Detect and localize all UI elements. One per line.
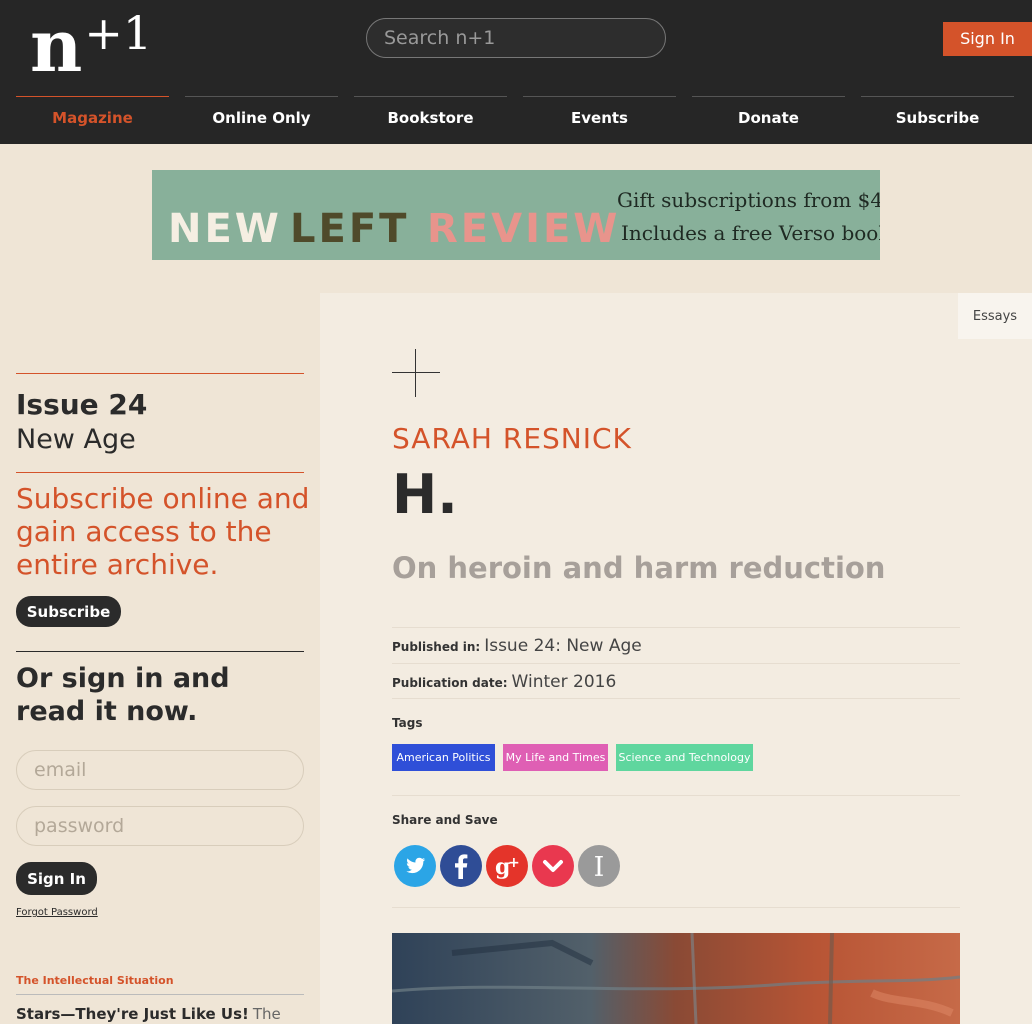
divider [392,698,960,699]
instapaper-icon[interactable]: I [578,845,620,887]
forgot-password-link[interactable]: Forgot Password [16,907,98,918]
article-title: H. [392,463,458,526]
publication-date-value: Winter 2016 [511,672,617,692]
svg-text:+: + [508,855,520,871]
facebook-icon[interactable] [440,845,482,887]
sidebar-sign-in-button[interactable]: Sign In [16,862,97,895]
published-in-value[interactable]: Issue 24: New Age [484,636,642,656]
tags-label: Tags [392,716,423,730]
category-tab[interactable]: Essays [958,293,1032,339]
plus-mark-icon [415,349,416,397]
site-header: n+1 Sign In Magazine Online Only Booksto… [0,0,1032,144]
nav-item-subscribe[interactable]: Subscribe [861,96,1014,141]
signin-pitch: Or sign in and read it now. [16,663,230,727]
sidebar-divider [16,651,304,652]
section-label[interactable]: The Intellectual Situation [16,974,174,987]
issue-name[interactable]: New Age [16,424,136,455]
ad-line-1: Gift subscriptions from $47 [617,188,880,212]
teaser-text: The [252,1005,281,1023]
share-label: Share and Save [392,813,498,827]
publication-date-label: Publication date: [392,676,508,690]
tag-american-politics[interactable]: American Politics [392,744,495,771]
nav-item-online-only[interactable]: Online Only [185,96,338,141]
sign-in-button[interactable]: Sign In [943,22,1032,56]
divider [392,907,960,908]
tag-science-and-technology[interactable]: Science and Technology [616,744,753,771]
twitter-icon[interactable] [394,845,436,887]
nav-item-bookstore[interactable]: Bookstore [354,96,507,141]
pocket-icon[interactable] [532,845,574,887]
divider [392,627,960,628]
teaser-link[interactable]: Stars—They're Just Like Us! The [16,1005,316,1023]
divider [392,663,960,664]
ad-word-new: NEW [168,206,282,252]
issue-number[interactable]: Issue 24 [16,388,147,421]
search-input[interactable] [366,18,666,58]
subscribe-pitch: Subscribe online and gain access to the … [16,482,310,581]
ad-line-2: Includes a free Verso book [621,221,880,245]
article-lead-image [392,933,960,1024]
published-in-label: Published in: [392,640,481,654]
svg-text:I: I [594,852,605,883]
teaser-title: Stars—They're Just Like Us! [16,1005,249,1023]
site-logo[interactable]: n+1 [30,10,152,82]
sidebar-divider [16,472,304,473]
divider [392,795,960,796]
subscribe-button[interactable]: Subscribe [16,596,121,627]
ad-word-left: LEFT [290,206,409,252]
nav-item-magazine[interactable]: Magazine [16,96,169,141]
nav-item-events[interactable]: Events [523,96,676,141]
sidebar: Issue 24 New Age Subscribe online and ga… [0,293,320,1024]
article-author[interactable]: SARAH RESNICK [392,422,632,455]
plus-mark-icon [392,372,440,373]
tag-my-life-and-times[interactable]: My Life and Times [503,744,608,771]
article-subtitle: On heroin and harm reduction [392,551,886,585]
nav-item-donate[interactable]: Donate [692,96,845,141]
email-field[interactable] [16,750,304,790]
ad-word-review: REVIEW [427,206,620,252]
sidebar-divider [16,373,304,374]
google-plus-icon[interactable]: g + [486,845,528,887]
sidebar-divider [16,994,304,995]
published-in-row: Published in: Issue 24: New Age [392,636,642,656]
article-main: Essays SARAH RESNICK H. On heroin and ha… [320,293,1032,1024]
publication-date-row: Publication date: Winter 2016 [392,672,616,692]
advertisement-banner[interactable]: NEW LEFT REVIEW Gift subscriptions from … [152,170,880,260]
password-field[interactable] [16,806,304,846]
